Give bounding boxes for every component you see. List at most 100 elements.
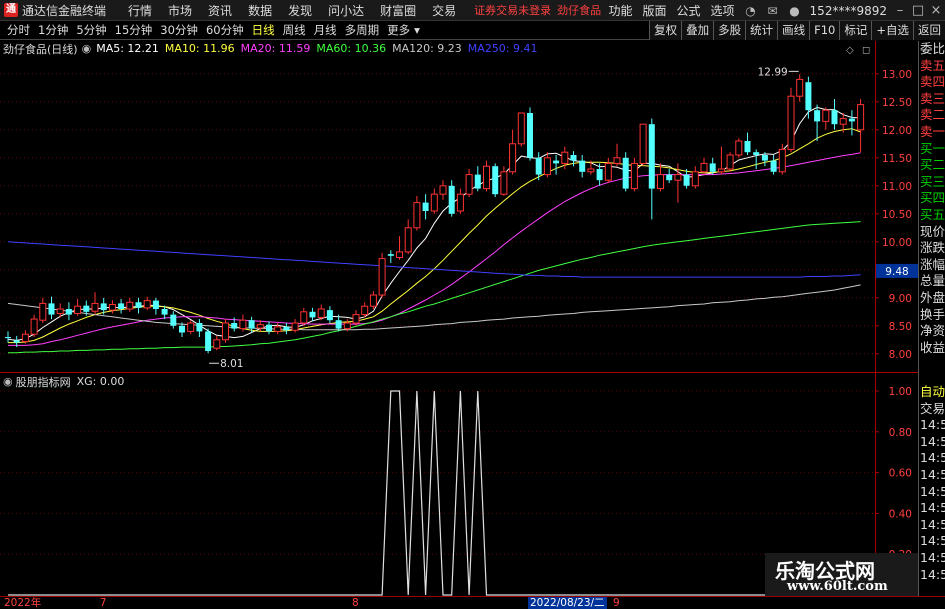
candle-up: [143, 300, 151, 309]
headset-icon[interactable]: ◔: [744, 4, 758, 18]
menu-item-discover[interactable]: 发现: [280, 2, 320, 19]
alert-stock-name[interactable]: 劲仔食品: [557, 2, 601, 18]
candle-down: [527, 113, 533, 158]
minimize-icon[interactable]: –: [891, 3, 909, 18]
label-outer: 外盘: [920, 289, 945, 305]
y-tick-label: 0.40: [889, 508, 912, 520]
candle-down: [231, 323, 238, 329]
candle-up: [700, 162, 708, 173]
candle-down: [683, 174, 690, 186]
candle-down: [492, 166, 499, 195]
user-phone[interactable]: 152****9892: [810, 4, 887, 18]
candle-down: [753, 152, 760, 155]
trade-ticks: 自动 交易 14:56 14:56 14:56 14:56 14:56 14:5…: [919, 384, 945, 583]
candle-up: [317, 308, 325, 318]
diamond-icon[interactable]: ◇: [846, 45, 854, 56]
menu-item-data[interactable]: 数据: [240, 2, 280, 19]
tab-15min[interactable]: 15分钟: [111, 22, 157, 38]
multi-stock-button[interactable]: 多股: [713, 21, 746, 40]
candle-down: [83, 305, 90, 312]
candle-down: [135, 302, 142, 308]
candle-up: [213, 339, 221, 349]
tab-30min[interactable]: 30分钟: [156, 22, 202, 38]
top-menu-bar: 通 通达信金融终端 行情 市场 资讯 数据 发现 问小达 财富圈 交易 证券交易…: [0, 0, 945, 21]
label-buy4: 买四: [920, 190, 945, 206]
auto-button[interactable]: 自动: [919, 384, 945, 401]
maximize-icon[interactable]: □: [909, 3, 927, 18]
tab-5min[interactable]: 5分钟: [72, 22, 110, 38]
ma250-label: MA250: 9.41: [467, 42, 538, 55]
tab-weekly[interactable]: 周线: [279, 22, 310, 38]
candle-down: [596, 169, 603, 181]
candle-up: [517, 112, 525, 145]
tab-monthly[interactable]: 月线: [310, 22, 341, 38]
menu-item-trade[interactable]: 交易: [424, 2, 464, 19]
f10-button[interactable]: F10: [809, 21, 840, 40]
y-tick-label: 11.50: [882, 153, 912, 165]
menu-item-formula[interactable]: 公式: [672, 2, 706, 19]
candle-up: [369, 294, 377, 307]
candle-down: [570, 155, 577, 161]
candlestick-chart[interactable]: 13.0012.5012.0011.5011.0010.5010.009.509…: [0, 41, 918, 373]
indicator-legend: ◉ 股朋指标网 XG: 0.00: [0, 374, 124, 389]
label-sell5: 卖五: [920, 57, 945, 73]
candle-down: [13, 340, 20, 343]
candle-down: [744, 141, 751, 153]
indicator-name: 股朋指标网: [15, 375, 71, 389]
tab-multi-period[interactable]: 多周期: [341, 22, 384, 38]
statistics-button[interactable]: 统计: [745, 21, 778, 40]
candle-down: [100, 303, 107, 311]
add-watchlist-button[interactable]: +自选: [871, 21, 913, 40]
y-tick-label: 11.00: [882, 181, 912, 193]
back-button[interactable]: 返回: [913, 21, 945, 40]
mark-button[interactable]: 标记: [839, 21, 872, 40]
settings-icon[interactable]: ◉: [3, 375, 13, 388]
date-label: 8: [352, 597, 359, 609]
tab-more[interactable]: 更多: [383, 22, 414, 38]
restore-icon[interactable]: ◻: [862, 45, 870, 56]
menu-item-options[interactable]: 选项: [706, 2, 740, 19]
label-buy3: 买三: [920, 173, 945, 189]
chart-stock-label: 劲仔食品(日线): [3, 42, 78, 56]
candle-down: [648, 124, 655, 189]
close-icon[interactable]: ×: [927, 3, 945, 18]
label-buy1: 买一: [920, 140, 945, 156]
tab-daily[interactable]: 日线: [248, 22, 279, 38]
tick-time: 14:56: [920, 549, 945, 565]
candle-up: [587, 168, 595, 173]
menu-item-layout[interactable]: 版面: [638, 2, 672, 19]
date-label: 7: [99, 597, 107, 609]
candle-down: [761, 155, 768, 161]
tab-60min[interactable]: 60分钟: [202, 22, 248, 38]
candle-up: [300, 311, 308, 324]
date-label: 9: [613, 597, 620, 609]
menu-item-quotes[interactable]: 行情: [120, 2, 160, 19]
candle-down: [152, 300, 159, 309]
trade-label: 交易: [920, 400, 945, 416]
candle-up: [613, 157, 621, 164]
user-icon[interactable]: ●: [788, 4, 802, 18]
high-price-label: 12.99: [758, 66, 788, 78]
adjust-button[interactable]: 复权: [649, 21, 682, 40]
settings-icon[interactable]: ◉: [82, 42, 92, 55]
candle-up: [378, 258, 386, 296]
current-price-label: 9.48: [885, 266, 908, 278]
overlay-button[interactable]: 叠加: [681, 21, 714, 40]
label-weibi: 委比: [920, 41, 945, 56]
menu-item-function[interactable]: 功能: [603, 2, 637, 19]
trade-login-alert[interactable]: 证券交易未登录: [474, 2, 551, 18]
candle-down: [196, 323, 203, 332]
tab-intraday[interactable]: 分时: [3, 22, 34, 38]
menu-item-ask[interactable]: 问小达: [320, 2, 372, 19]
mail-icon[interactable]: ✉: [766, 4, 780, 18]
y-tick-label: 0.60: [889, 468, 912, 480]
menu-item-news[interactable]: 资讯: [200, 2, 240, 19]
draw-line-button[interactable]: 画线: [777, 21, 810, 40]
menu-item-wealth[interactable]: 财富圈: [372, 2, 424, 19]
date-cursor-label: 2022/08/23/二: [528, 597, 607, 609]
menu-item-market[interactable]: 市场: [160, 2, 200, 19]
candle-up: [456, 193, 464, 212]
chevron-down-icon[interactable]: ▾: [414, 23, 420, 37]
candle-up: [630, 162, 638, 190]
tab-1min[interactable]: 1分钟: [34, 22, 72, 38]
